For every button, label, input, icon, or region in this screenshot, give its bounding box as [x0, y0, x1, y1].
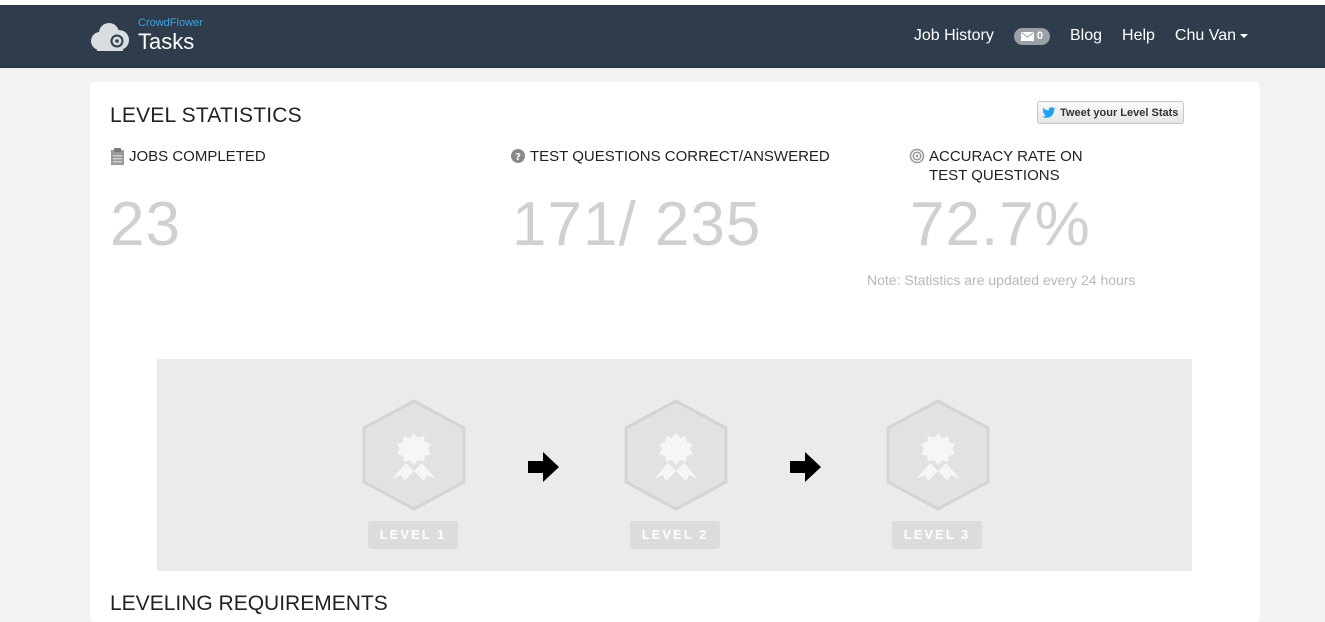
top-navbar: CrowdFlower Tasks Job History 0 Blog Hel… [0, 5, 1325, 68]
tweet-button-label: Tweet your Level Stats [1060, 106, 1179, 119]
nav-help[interactable]: Help [1122, 27, 1155, 45]
nav-links: Job History 0 Blog Help Chu Van [914, 5, 1248, 67]
messages-badge[interactable]: 0 [1013, 27, 1050, 45]
clipboard-icon [111, 148, 124, 165]
user-name: Chu Van [1174, 27, 1236, 44]
award-badge-icon [624, 399, 728, 511]
envelope-icon [1020, 31, 1034, 41]
level-3-label: LEVEL 3 [892, 521, 982, 549]
accuracy-label-line-1: ACCURACY RATE ON [929, 148, 1083, 165]
arrow-right-icon [790, 452, 821, 482]
accuracy-rate-value: 72.7% [910, 190, 1091, 259]
test-questions-label: TEST QUESTIONS CORRECT/ANSWERED [530, 148, 830, 165]
arrow-right-icon [528, 452, 559, 482]
accuracy-label-line-2: TEST QUESTIONS [929, 167, 1060, 184]
caret-down-icon [1240, 33, 1248, 38]
brand-tasks-text: Tasks [138, 29, 195, 54]
award-badge-icon [886, 399, 990, 511]
level-2-label: LEVEL 2 [630, 521, 720, 549]
level-statistics-card: LEVEL STATISTICS Tweet your Level Stats … [90, 82, 1260, 622]
crowdflower-logo-icon [91, 23, 129, 51]
jobs-completed-header: JOBS COMPLETED [110, 147, 266, 166]
twitter-bird-icon [1042, 106, 1056, 118]
accuracy-rate-label: ACCURACY RATE ON TEST QUESTIONS [929, 147, 1083, 185]
levels-progress-panel: LEVEL 1 LEVEL 2 LEVEL 3 [157, 359, 1192, 571]
brand-crowdflower-text: CrowdFlower [138, 17, 203, 29]
nav-blog[interactable]: Blog [1070, 27, 1102, 45]
accuracy-rate-header: ACCURACY RATE ON TEST QUESTIONS [909, 147, 1083, 185]
level-1-label: LEVEL 1 [368, 521, 458, 549]
award-badge-icon [362, 399, 466, 511]
level-statistics-title: LEVEL STATISTICS [110, 104, 302, 127]
messages-count: 0 [1036, 30, 1043, 42]
user-menu[interactable]: Chu Van [1175, 27, 1248, 45]
test-questions-value: 171/ 235 [512, 190, 762, 259]
jobs-completed-value: 23 [110, 190, 181, 259]
target-icon [909, 148, 925, 164]
brand-logo-link[interactable]: CrowdFlower Tasks [89, 17, 219, 59]
question-circle-icon: ? [511, 149, 525, 163]
leveling-requirements-title: LEVELING REQUIREMENTS [110, 592, 388, 615]
svg-text:?: ? [515, 152, 521, 163]
nav-job-history[interactable]: Job History [914, 27, 994, 45]
tweet-level-stats-button[interactable]: Tweet your Level Stats [1037, 101, 1185, 124]
stats-update-note: Note: Statistics are updated every 24 ho… [867, 272, 1136, 288]
test-questions-header: ? TEST QUESTIONS CORRECT/ANSWERED [510, 147, 830, 166]
jobs-completed-label: JOBS COMPLETED [129, 148, 266, 165]
